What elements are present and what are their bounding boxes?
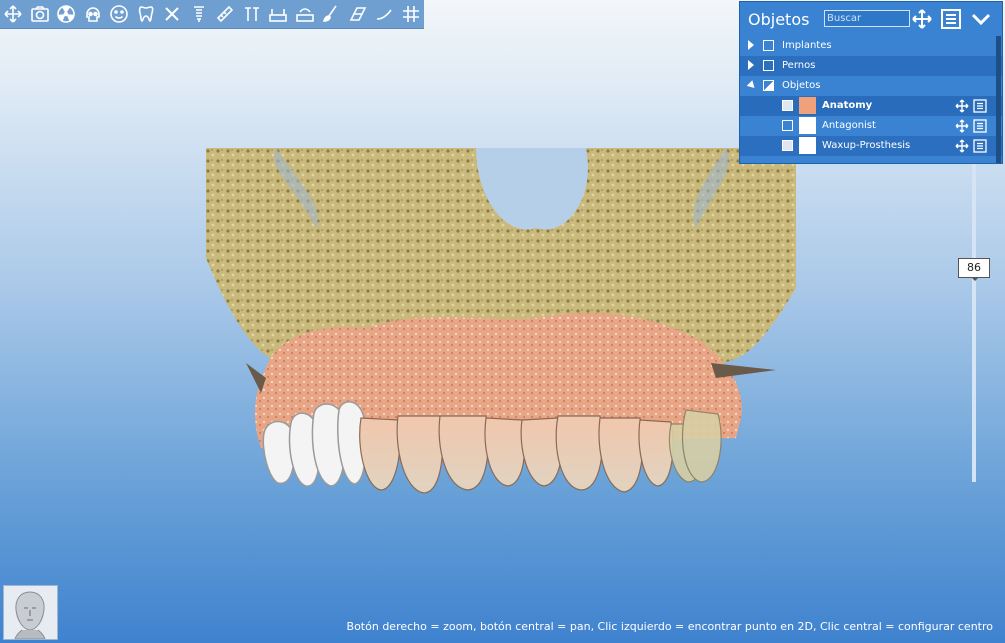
chevron-down-icon[interactable]	[970, 8, 992, 30]
tree-item-label: Waxup-Prosthesis	[822, 140, 911, 151]
tree-item-implantes[interactable]: Implantes	[740, 36, 1002, 56]
tree-item-label: Pernos	[782, 60, 816, 71]
checkbox-checked[interactable]	[782, 140, 793, 151]
grid-icon[interactable]	[398, 0, 425, 28]
brush-icon[interactable]	[318, 0, 345, 28]
status-hint: Botón derecho = zoom, botón central = pa…	[346, 620, 993, 633]
panoramic-mark-icon[interactable]	[292, 0, 319, 28]
menu-icon[interactable]	[940, 8, 962, 30]
checkbox[interactable]	[763, 60, 774, 71]
search-input[interactable]	[824, 10, 910, 27]
tree-item-anatomy[interactable]: Anatomy	[740, 96, 1002, 116]
color-swatch[interactable]	[799, 97, 816, 114]
close-x-icon[interactable]	[159, 0, 186, 28]
color-swatch[interactable]	[799, 117, 816, 134]
tree-item-label: Antagonist	[822, 120, 876, 131]
dental-3d-model[interactable]	[206, 148, 796, 494]
objects-panel: Objetos Implantes Pernos Objetos Anatomy…	[739, 1, 1003, 164]
panoramic-icon[interactable]	[265, 0, 292, 28]
tree-item-label: Anatomy	[822, 100, 873, 111]
face-icon[interactable]	[106, 0, 133, 28]
tree-item-antagonist[interactable]: Antagonist	[740, 116, 1002, 136]
collapse-arrow-icon[interactable]	[746, 80, 758, 91]
move-icon[interactable]	[911, 8, 933, 30]
menu-icon[interactable]	[973, 99, 987, 113]
camera-icon[interactable]	[27, 0, 54, 28]
tree-item-label: Objetos	[782, 80, 821, 91]
panel-title: Objetos	[748, 9, 810, 29]
tree-item-waxup-prosthesis[interactable]: Waxup-Prosthesis	[740, 136, 1002, 156]
checkbox[interactable]	[782, 120, 793, 131]
radiation-icon[interactable]	[53, 0, 80, 28]
move-icon[interactable]	[0, 0, 27, 28]
color-swatch[interactable]	[799, 137, 816, 154]
panel-header: Objetos	[740, 2, 1002, 36]
ruler-icon[interactable]	[212, 0, 239, 28]
menu-icon[interactable]	[973, 119, 987, 133]
expand-arrow-icon[interactable]	[748, 40, 754, 50]
pins-icon[interactable]	[239, 0, 266, 28]
tree-item-label: Implantes	[782, 40, 832, 51]
slider-track[interactable]	[972, 164, 976, 482]
tree-item-objetos[interactable]: Objetos	[740, 76, 1002, 96]
expand-arrow-icon[interactable]	[748, 60, 754, 70]
head-orientation-icon[interactable]	[3, 585, 58, 640]
panel-scrollbar[interactable]	[996, 36, 1001, 163]
tree-item-pernos[interactable]: Pernos	[740, 56, 1002, 76]
move-icon[interactable]	[955, 119, 969, 133]
checkbox-checked[interactable]	[782, 100, 793, 111]
cut-plane-icon[interactable]	[345, 0, 372, 28]
menu-icon[interactable]	[973, 139, 987, 153]
tooth-icon[interactable]	[133, 0, 160, 28]
checkbox-partial[interactable]	[763, 80, 774, 91]
checkbox[interactable]	[763, 40, 774, 51]
toolbar	[0, 0, 424, 29]
slider-value[interactable]: 86	[958, 258, 990, 281]
skull-icon[interactable]	[80, 0, 107, 28]
move-icon[interactable]	[955, 99, 969, 113]
move-icon[interactable]	[955, 139, 969, 153]
implant-icon[interactable]	[186, 0, 213, 28]
curve-icon[interactable]	[371, 0, 398, 28]
